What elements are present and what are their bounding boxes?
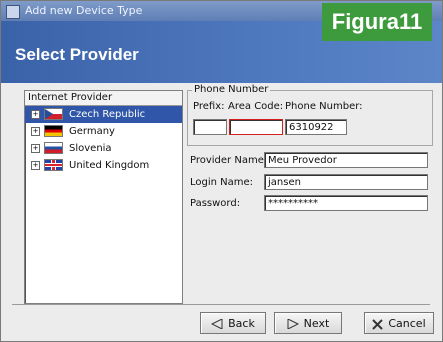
provider-name-label: Provider Name:	[190, 155, 268, 166]
tree-item-label: Czech Republic	[69, 109, 146, 120]
tree-item-label: Germany	[69, 126, 115, 137]
expand-icon[interactable]: +	[31, 126, 40, 136]
phone-number-input[interactable]: 6310922	[285, 119, 347, 135]
window-title: Add new Device Type	[25, 4, 143, 17]
tree-item-label: Slovenia	[69, 143, 112, 154]
prefix-input[interactable]	[193, 119, 227, 135]
tree-item-slovenia[interactable]: + Slovenia	[25, 140, 182, 157]
tree-item-czech-republic[interactable]: + Czech Republic	[25, 106, 182, 123]
phone-number-label: Phone Number:	[285, 101, 363, 112]
germany-flag-icon	[44, 125, 63, 137]
next-button[interactable]: Next	[274, 312, 342, 334]
area-code-label: Area Code:	[228, 101, 284, 112]
window-icon	[6, 5, 20, 19]
next-arrow-icon	[287, 318, 299, 330]
password-input[interactable]: **********	[264, 195, 428, 211]
tree-header: Internet Provider	[25, 91, 182, 106]
figure-badge: Figura11	[322, 3, 432, 41]
expand-icon[interactable]: +	[31, 109, 40, 119]
expand-icon[interactable]: +	[31, 143, 40, 153]
cancel-button[interactable]: Cancel	[364, 312, 434, 334]
tree-item-united-kingdom[interactable]: + United Kingdom	[25, 157, 182, 174]
phone-number-group: Phone Number Prefix: Area Code: Phone Nu…	[187, 84, 433, 146]
login-name-input[interactable]: jansen	[264, 174, 428, 190]
expand-icon[interactable]: +	[31, 160, 40, 170]
back-button-label: Back	[228, 317, 255, 330]
slovenia-flag-icon	[44, 142, 63, 154]
provider-name-input[interactable]: Meu Provedor	[264, 152, 428, 168]
provider-tree[interactable]: Internet Provider + Czech Republic + Germa…	[24, 90, 183, 304]
area-code-input[interactable]	[229, 119, 283, 135]
login-name-label: Login Name:	[190, 177, 254, 188]
prefix-label: Prefix:	[193, 101, 225, 112]
tree-item-label: United Kingdom	[69, 160, 150, 171]
uk-flag-icon	[44, 159, 63, 171]
phone-number-legend: Phone Number	[192, 84, 271, 95]
next-button-label: Next	[303, 317, 330, 330]
password-label: Password:	[190, 198, 241, 209]
tree-item-germany[interactable]: + Germany	[25, 123, 182, 140]
czech-flag-icon	[44, 108, 63, 120]
cancel-x-icon	[372, 318, 384, 330]
button-separator	[12, 304, 430, 305]
back-button[interactable]: Back	[200, 312, 266, 334]
back-arrow-icon	[211, 318, 223, 330]
cancel-button-label: Cancel	[388, 317, 426, 330]
page-title: Select Provider	[15, 45, 139, 64]
